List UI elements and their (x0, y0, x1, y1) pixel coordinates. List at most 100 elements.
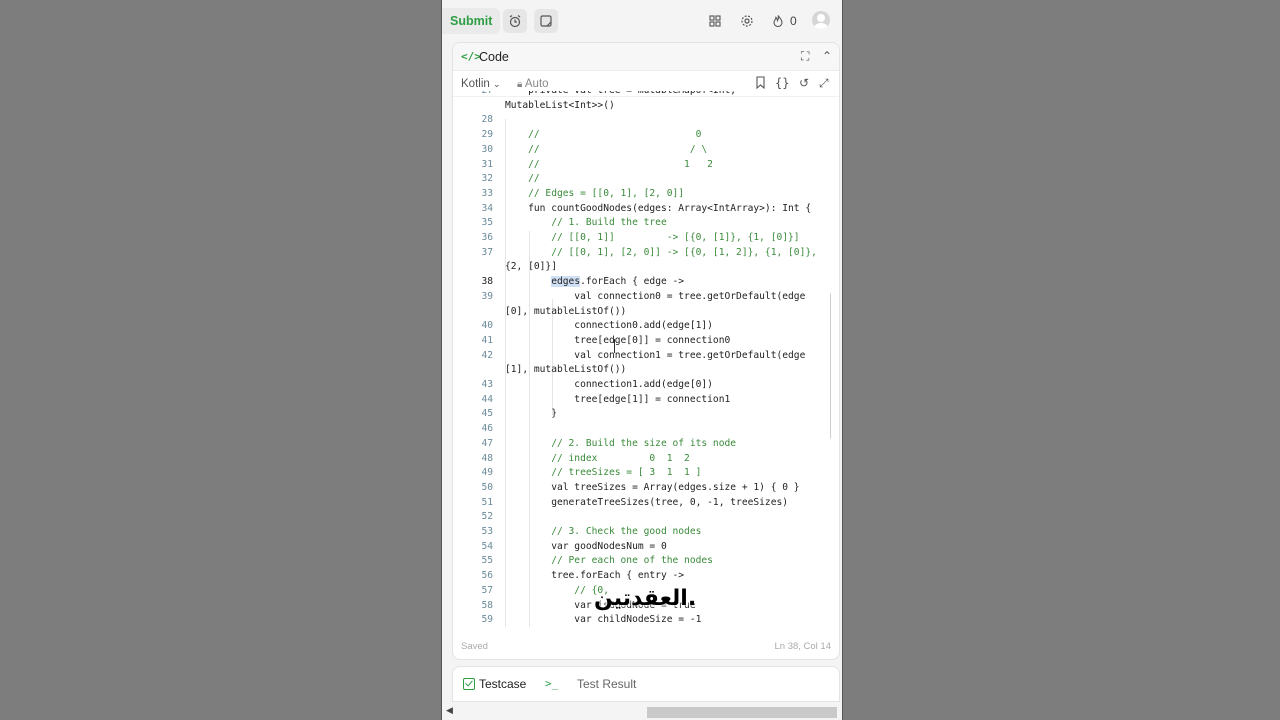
auto-mode-label: Auto (524, 78, 549, 90)
saved-status: Saved (461, 641, 488, 652)
video-caption: العقدتين. (594, 586, 697, 611)
line-number: 28 (481, 114, 493, 126)
leetcode-window: Submit 0 </> Code ⛶ ⌃ Kotlin ⌄ 🔒︎ Auto {… (441, 0, 843, 720)
line-number: 31 (481, 158, 493, 170)
line-number: 40 (481, 320, 493, 332)
testcase-panel: Testcase >_ Test Result (452, 666, 840, 702)
maximize-icon[interactable]: ⛶ (801, 49, 809, 64)
line-number: 59 (481, 614, 493, 626)
gear-icon (741, 15, 753, 27)
line-number: 41 (481, 334, 493, 346)
code-line: val treeSizes = Array(edges.size + 1) { … (505, 481, 800, 493)
code-line: val connection1 = tree.getOrDefault(edge (505, 349, 806, 361)
code-line: // Per each one of the nodes (505, 555, 713, 567)
code-line: // [[0, 1], [2, 0]] -> [{0, [1, 2]}, {1,… (505, 246, 817, 258)
panel-title: Code (479, 50, 509, 64)
code-line: val connection0 = tree.getOrDefault(edge (505, 290, 806, 302)
code-line: edges.forEach { edge -> (551, 276, 685, 288)
code-line: // 3. Check the good nodes (505, 526, 702, 537)
code-line: connection1.add(edge[0]) (505, 379, 713, 390)
status-bar: Saved Ln 38, Col 14 (453, 639, 839, 657)
line-number: 55 (481, 555, 493, 567)
tab-testcase[interactable]: Testcase (479, 677, 526, 691)
line-number: 42 (481, 349, 493, 361)
code-line: private val tree = mutableMapOf<Int, (505, 91, 736, 96)
line-number: 30 (481, 143, 493, 155)
checkbox-icon (463, 678, 475, 690)
line-number: 39 (481, 290, 493, 302)
code-line: {2, [0]}] (505, 261, 557, 273)
avatar[interactable] (812, 11, 830, 29)
line-number: 44 (481, 393, 493, 405)
line-number: 37 (481, 246, 493, 258)
settings-button[interactable] (735, 9, 759, 33)
code-line: // Edges = [[0, 1], [2, 0]] (505, 187, 685, 199)
code-line: var childNodeSize = -1 (505, 614, 702, 626)
code-line: // 0 (505, 129, 702, 141)
code-line: // (505, 173, 540, 185)
text-cursor (614, 339, 620, 353)
code-line: // 1. Build the tree (505, 217, 667, 229)
line-number: 46 (481, 423, 493, 435)
expand-icon[interactable]: ⤢ (819, 76, 829, 91)
code-editor[interactable]: 27 private val tree = mutableMapOf<Int, M… (453, 91, 831, 627)
line-number: 35 (481, 217, 493, 229)
code-line: [1], mutableListOf()) (505, 364, 627, 376)
reset-icon[interactable]: ↺ (799, 76, 809, 90)
vertical-scrollbar[interactable] (830, 291, 831, 441)
code-line: generateTreeSizes(tree, 0, -1, treeSizes… (505, 496, 789, 508)
code-line: } (505, 408, 557, 420)
layout-icon (709, 15, 721, 27)
code-line: fun countGoodNodes(edges: Array<IntArray… (505, 202, 812, 214)
lock-icon: 🔒︎ (517, 79, 523, 90)
top-bar: Submit 0 (442, 0, 842, 42)
line-number: 32 (481, 173, 493, 185)
line-number: 29 (481, 129, 493, 141)
code-icon: </> (461, 50, 481, 63)
line-number: 49 (481, 467, 493, 479)
line-number: 33 (481, 187, 493, 199)
code-line: [0], mutableListOf()) (505, 305, 627, 317)
line-number: 50 (481, 481, 493, 493)
line-number: 52 (481, 511, 493, 523)
language-select[interactable]: Kotlin ⌄ (461, 78, 501, 90)
format-braces-icon[interactable]: {} (775, 76, 789, 90)
line-number: 45 (481, 408, 493, 420)
line-number: 56 (481, 570, 493, 582)
line-number: 27 (453, 91, 493, 96)
scrollbar-thumb[interactable] (647, 707, 837, 718)
line-number: 48 (481, 452, 493, 464)
code-line: // [[0, 1]] -> [{0, [1]}, {1, [0]}] (505, 232, 800, 243)
chevron-down-icon: ⌄ (492, 79, 501, 89)
layout-button[interactable] (703, 9, 727, 33)
code-line: connection0.add(edge[1]) (505, 320, 713, 332)
code-line: // index 0 1 2 (505, 452, 690, 464)
note-button[interactable] (534, 9, 558, 33)
tab-test-result[interactable]: Test Result (577, 677, 636, 691)
horizontal-scrollbar[interactable]: ◀ (442, 704, 842, 720)
code-line: // 1 2 (505, 158, 713, 170)
selected-word: edges (551, 276, 581, 288)
auto-mode-toggle[interactable]: 🔒︎ Auto (517, 78, 549, 90)
streak-count: 0 (790, 14, 797, 28)
terminal-icon: >_ (545, 677, 559, 690)
collapse-icon[interactable]: ⌃ (822, 49, 832, 63)
line-number: 36 (481, 232, 493, 243)
code-line: MutableList<Int>>() (505, 99, 615, 111)
note-icon (540, 15, 552, 27)
alarm-button[interactable] (503, 9, 527, 33)
alarm-icon (509, 15, 521, 28)
line-number: 47 (481, 437, 493, 449)
code-line: var goodNodesNum = 0 (505, 540, 667, 552)
code-panel-header: </> Code ⛶ ⌃ (453, 43, 839, 71)
line-number: 51 (481, 496, 493, 508)
line-number: 43 (481, 379, 493, 390)
line-number: 34 (481, 202, 493, 214)
code-line: // / \ (505, 143, 708, 155)
line-number: 58 (481, 599, 493, 611)
bookmark-icon[interactable] (755, 76, 766, 92)
streak-button[interactable] (766, 9, 790, 33)
submit-button[interactable]: Submit (442, 8, 501, 34)
scroll-left-icon[interactable]: ◀ (446, 705, 453, 716)
line-number: 57 (481, 584, 493, 596)
